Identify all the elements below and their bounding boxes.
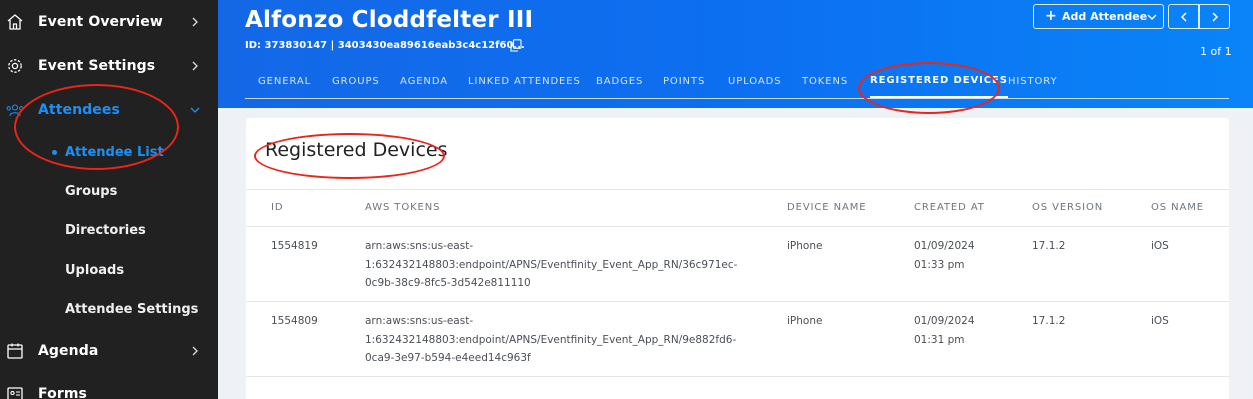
add-attendee-label: Add Attendee xyxy=(1062,10,1148,23)
column-header-os-name[interactable]: OS NAME xyxy=(1151,202,1204,213)
home-icon xyxy=(5,12,25,32)
aws-token-line: arn:aws:sns:us-east- xyxy=(365,315,474,327)
chevron-down-icon xyxy=(1147,12,1157,22)
created-at: 01/09/2024 01:33 pm xyxy=(914,237,975,274)
next-attendee-button[interactable] xyxy=(1199,4,1230,29)
device-name: iPhone xyxy=(787,240,823,252)
people-icon xyxy=(5,100,25,120)
sidebar-subitem-attendee-settings[interactable]: Attendee Settings xyxy=(0,291,218,327)
chevron-left-icon xyxy=(1180,7,1188,26)
aws-token: arn:aws:sns:us-east- 1:632432148803:endp… xyxy=(365,312,736,368)
page-count: 1 of 1 xyxy=(1200,45,1232,58)
sidebar-subitem-label: Attendee Settings xyxy=(65,301,199,317)
sidebar-item-label: Event Overview xyxy=(38,14,163,30)
tab-tokens[interactable]: TOKENS xyxy=(802,64,848,98)
chevron-right-icon xyxy=(189,345,201,357)
table-header: ID AWS TOKENS DEVICE NAME CREATED AT OS … xyxy=(246,189,1229,227)
created-time: 01:33 pm xyxy=(914,258,965,271)
created-date: 01/09/2024 xyxy=(914,240,975,252)
aws-token-line: 1:632432148803:endpoint/APNS/Eventfinity… xyxy=(365,333,737,346)
sidebar-subitem-directories[interactable]: Directories xyxy=(0,212,218,248)
section-title: Registered Devices xyxy=(265,139,448,161)
sidebar-subitem-label: Attendee List xyxy=(65,144,164,160)
attendee-tabs: GENERAL GROUPS AGENDA LINKED ATTENDEES B… xyxy=(245,64,1229,99)
os-version: 17.1.2 xyxy=(1032,315,1066,327)
table-row: 1554809 arn:aws:sns:us-east- 1:632432148… xyxy=(246,302,1229,377)
plus-icon: + xyxy=(1045,8,1057,24)
calendar-icon xyxy=(5,341,25,361)
tab-badges[interactable]: BADGES xyxy=(596,64,643,98)
column-header-aws-tokens[interactable]: AWS TOKENS xyxy=(365,202,440,213)
previous-attendee-button[interactable] xyxy=(1168,4,1199,29)
sidebar-subitem-label: Groups xyxy=(65,183,118,199)
tab-uploads[interactable]: UPLOADS xyxy=(728,64,781,98)
aws-token-line: 1:632432148803:endpoint/APNS/Eventfinity… xyxy=(365,258,738,271)
tab-points[interactable]: POINTS xyxy=(663,64,705,98)
sidebar-item-label: Attendees xyxy=(38,102,120,118)
sidebar-item-forms[interactable]: Forms xyxy=(0,374,218,399)
id-card-icon xyxy=(5,384,25,399)
tab-history[interactable]: HISTORY xyxy=(1008,64,1058,98)
chevron-right-icon xyxy=(189,16,201,28)
device-id: 1554819 xyxy=(271,240,318,252)
gear-icon xyxy=(5,56,25,76)
sidebar-item-label: Agenda xyxy=(38,343,99,359)
column-header-os-version[interactable]: OS VERSION xyxy=(1032,202,1103,213)
aws-token-line: 0c9b-38c9-8fc5-3d542e811110 xyxy=(365,277,531,289)
tab-linked-attendees[interactable]: LINKED ATTENDEES xyxy=(468,64,581,98)
sidebar-item-event-overview[interactable]: Event Overview xyxy=(0,2,218,42)
tab-general[interactable]: GENERAL xyxy=(258,64,311,98)
column-header-id[interactable]: ID xyxy=(271,202,283,213)
sidebar: Event Overview Event Settings Attendees … xyxy=(0,0,218,399)
device-name: iPhone xyxy=(787,315,823,327)
created-date: 01/09/2024 xyxy=(914,315,975,327)
os-version: 17.1.2 xyxy=(1032,240,1066,252)
sidebar-item-agenda[interactable]: Agenda xyxy=(0,331,218,371)
sidebar-item-label: Event Settings xyxy=(38,58,156,74)
tab-registered-devices[interactable]: REGISTERED DEVICES xyxy=(870,64,1008,98)
os-name: iOS xyxy=(1151,240,1169,252)
table-row: 1554819 arn:aws:sns:us-east- 1:632432148… xyxy=(246,227,1229,302)
chevron-right-icon xyxy=(1211,7,1219,26)
sidebar-item-attendees[interactable]: Attendees xyxy=(0,90,218,130)
sidebar-subitem-label: Uploads xyxy=(65,262,125,278)
sidebar-subitem-groups[interactable]: Groups xyxy=(0,173,218,209)
page-title: Alfonzo Cloddfelter III xyxy=(245,7,534,33)
column-header-created-at[interactable]: CREATED AT xyxy=(914,202,985,213)
device-id: 1554809 xyxy=(271,315,318,327)
aws-token-line: 0ca9-3e97-b594-e4eed14c963f xyxy=(365,352,531,364)
add-attendee-button[interactable]: + Add Attendee xyxy=(1033,4,1164,29)
attendee-id-line: ID: 373830147 | 3403430ea89616eab3c4c12f… xyxy=(245,40,525,51)
sidebar-subitem-label: Directories xyxy=(65,222,146,238)
tab-groups[interactable]: GROUPS xyxy=(332,64,380,98)
os-name: iOS xyxy=(1151,315,1169,327)
created-at: 01/09/2024 01:31 pm xyxy=(914,312,975,349)
active-dot-icon xyxy=(52,149,57,155)
aws-token: arn:aws:sns:us-east- 1:632432148803:endp… xyxy=(365,237,737,293)
sidebar-subitem-attendee-list[interactable]: Attendee List xyxy=(0,134,218,170)
aws-token-line: arn:aws:sns:us-east- xyxy=(365,240,474,252)
chevron-right-icon xyxy=(189,60,201,72)
sidebar-subitem-uploads[interactable]: Uploads xyxy=(0,252,218,288)
registered-devices-card: Registered Devices ID AWS TOKENS DEVICE … xyxy=(246,118,1229,399)
chevron-down-icon xyxy=(189,104,201,116)
created-time: 01:31 pm xyxy=(914,333,965,346)
attendee-header: Alfonzo Cloddfelter III ID: 373830147 | … xyxy=(218,0,1253,108)
sidebar-item-event-settings[interactable]: Event Settings xyxy=(0,46,218,86)
copy-icon[interactable] xyxy=(510,37,522,52)
sidebar-item-label: Forms xyxy=(38,386,87,399)
column-header-device-name[interactable]: DEVICE NAME xyxy=(787,202,866,213)
tab-agenda[interactable]: AGENDA xyxy=(400,64,448,98)
